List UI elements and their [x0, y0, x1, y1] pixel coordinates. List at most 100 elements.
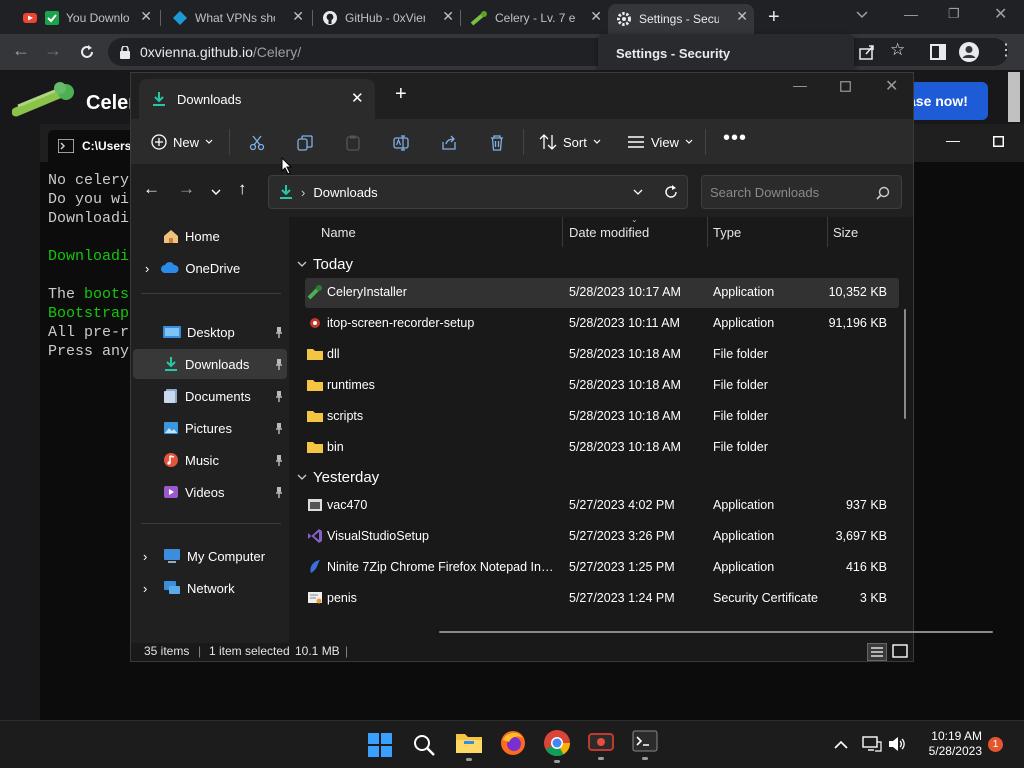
file-row[interactable]: runtimes 5/28/2023 10:18 AM File folder — [305, 371, 899, 401]
start-windows-icon[interactable] — [368, 733, 396, 761]
chevron-down-icon[interactable] — [856, 10, 868, 20]
minimize-button[interactable]: — — [904, 6, 918, 22]
chevron-down-icon[interactable] — [211, 189, 221, 196]
paste-icon[interactable] — [345, 135, 361, 151]
file-row[interactable]: CeleryInstaller 5/28/2023 10:17 AM Appli… — [305, 278, 899, 308]
display-network-icon[interactable] — [862, 736, 882, 752]
minimize-button[interactable]: — — [793, 77, 807, 93]
sidebar-item-pictures[interactable]: Pictures — [133, 413, 287, 443]
more-options-icon[interactable]: ••• — [723, 127, 747, 150]
file-row[interactable]: VisualStudioSetup 5/27/2023 3:26 PM Appl… — [305, 522, 899, 552]
vertical-scrollbar[interactable] — [904, 309, 906, 419]
horizontal-scrollbar[interactable] — [439, 631, 993, 633]
file-explorer-taskbar-button[interactable] — [454, 729, 484, 763]
sort-button[interactable]: Sort — [539, 127, 601, 157]
clock-time: 10:19 AM — [931, 729, 982, 743]
file-row[interactable]: itop-screen-recorder-setup 5/28/2023 10:… — [305, 309, 899, 339]
chrome-tab-2[interactable]: GitHub - 0xVien ✕ — [314, 4, 460, 32]
terminal-taskbar-button[interactable] — [632, 730, 660, 762]
sidebar-item-downloads[interactable]: Downloads — [133, 349, 287, 379]
side-panel-icon[interactable] — [930, 44, 946, 60]
breadcrumb[interactable]: Downloads — [313, 185, 377, 200]
sidebar-item-network[interactable]: › Network — [133, 573, 287, 603]
folder-icon — [307, 380, 323, 391]
file-row[interactable]: dll 5/28/2023 10:18 AM File folder — [305, 340, 899, 370]
chrome-tab-4[interactable]: Settings - Secur ✕ — [608, 4, 754, 34]
chevron-right-icon[interactable]: › — [145, 261, 149, 276]
share-icon[interactable] — [858, 43, 876, 61]
chevron-down-icon[interactable] — [633, 189, 643, 196]
column-header-type[interactable]: Type — [713, 225, 741, 240]
forward-arrow-icon[interactable]: → — [178, 179, 195, 199]
group-header-yesterday[interactable]: Yesterday — [297, 469, 379, 486]
search-input[interactable]: Search Downloads — [701, 175, 902, 209]
minimize-button[interactable]: — — [946, 132, 960, 148]
rename-icon[interactable] — [393, 135, 409, 151]
file-row[interactable]: scripts 5/28/2023 10:18 AM File folder — [305, 402, 899, 432]
chrome-tab-3[interactable]: Celery - Lv. 7 ex ✕ — [462, 4, 608, 32]
bookmark-star-icon[interactable]: ☆ — [890, 40, 905, 60]
copy-icon[interactable] — [297, 135, 313, 151]
page-scrollbar[interactable] — [1008, 72, 1020, 122]
new-tab-button[interactable]: + — [395, 83, 407, 106]
volume-icon[interactable] — [888, 736, 906, 752]
refresh-icon[interactable] — [663, 184, 679, 200]
maximize-icon[interactable] — [993, 136, 1004, 147]
close-icon[interactable]: ✕ — [736, 8, 748, 25]
sidebar-item-documents[interactable]: Documents — [133, 381, 287, 411]
maximize-icon[interactable] — [840, 81, 851, 92]
sidebar-item-home[interactable]: Home — [133, 221, 287, 251]
chevron-right-icon[interactable]: › — [143, 581, 147, 596]
up-arrow-icon[interactable]: ↑ — [238, 179, 247, 199]
chevron-up-icon[interactable] — [834, 740, 848, 749]
sidebar-item-onedrive[interactable]: › OneDrive — [133, 253, 287, 283]
close-icon[interactable]: ✕ — [292, 8, 304, 25]
share-icon[interactable] — [441, 135, 457, 151]
close-icon[interactable]: ✕ — [140, 8, 152, 25]
explorer-tab[interactable]: Downloads ✕ — [139, 79, 375, 119]
address-bar[interactable]: › Downloads — [268, 175, 688, 209]
profile-avatar-icon[interactable] — [958, 41, 980, 63]
delete-icon[interactable] — [489, 135, 505, 151]
file-row[interactable]: penis 5/27/2023 1:24 PM Security Certifi… — [305, 584, 899, 614]
recorder-taskbar-button[interactable] — [588, 730, 616, 762]
file-row[interactable]: vac470 5/27/2023 4:02 PM Application 937… — [305, 491, 899, 521]
sidebar-item-desktop[interactable]: Desktop — [133, 317, 287, 347]
chrome-tab-title: GitHub - 0xVien — [345, 11, 425, 25]
sidebar-item-my-computer[interactable]: › My Computer — [133, 541, 287, 571]
thumbnails-view-icon[interactable] — [891, 643, 909, 661]
more-menu-icon[interactable]: ⋮ — [998, 40, 1014, 60]
view-button[interactable]: View — [627, 127, 693, 157]
file-row[interactable]: Ninite 7Zip Chrome Firefox Notepad Inst.… — [305, 553, 899, 583]
column-header-date[interactable]: Date modified — [569, 225, 649, 240]
details-view-icon[interactable] — [867, 643, 887, 661]
forward-arrow-icon[interactable]: → — [44, 40, 62, 61]
chrome-tab-0[interactable]: You Downlo ✕ — [14, 4, 158, 32]
close-window-button[interactable]: ✕ — [885, 76, 898, 96]
file-row[interactable]: bin 5/28/2023 10:18 AM File folder — [305, 433, 899, 463]
firefox-icon[interactable] — [500, 730, 528, 758]
back-arrow-icon[interactable]: ← — [12, 40, 30, 61]
chrome-taskbar-button[interactable] — [543, 729, 571, 763]
column-header-size[interactable]: Size — [833, 225, 858, 240]
column-header-name[interactable]: Name — [321, 225, 356, 240]
close-icon[interactable]: ✕ — [351, 89, 364, 107]
notification-badge[interactable]: 1 — [988, 737, 1003, 752]
back-arrow-icon[interactable]: ← — [143, 179, 160, 199]
terminal-line: Bootstrap — [48, 305, 130, 322]
sidebar-item-music[interactable]: Music — [133, 445, 287, 475]
sidebar-item-videos[interactable]: Videos — [133, 477, 287, 507]
reload-icon[interactable] — [78, 43, 96, 61]
clock[interactable]: 10:19 AM 5/28/2023 — [918, 729, 982, 759]
close-icon[interactable]: ✕ — [442, 8, 454, 25]
cut-icon[interactable] — [249, 135, 265, 151]
new-button[interactable]: New — [151, 127, 213, 157]
new-tab-button[interactable]: + — [768, 6, 780, 29]
close-icon[interactable]: ✕ — [590, 8, 602, 25]
chevron-right-icon[interactable]: › — [143, 549, 147, 564]
restore-button[interactable]: ❐ — [948, 6, 960, 22]
close-window-button[interactable]: ✕ — [994, 4, 1007, 24]
chrome-tab-1[interactable]: What VPNs sho ✕ — [164, 4, 310, 32]
search-icon[interactable] — [412, 733, 440, 761]
group-header-today[interactable]: Today — [297, 256, 353, 273]
